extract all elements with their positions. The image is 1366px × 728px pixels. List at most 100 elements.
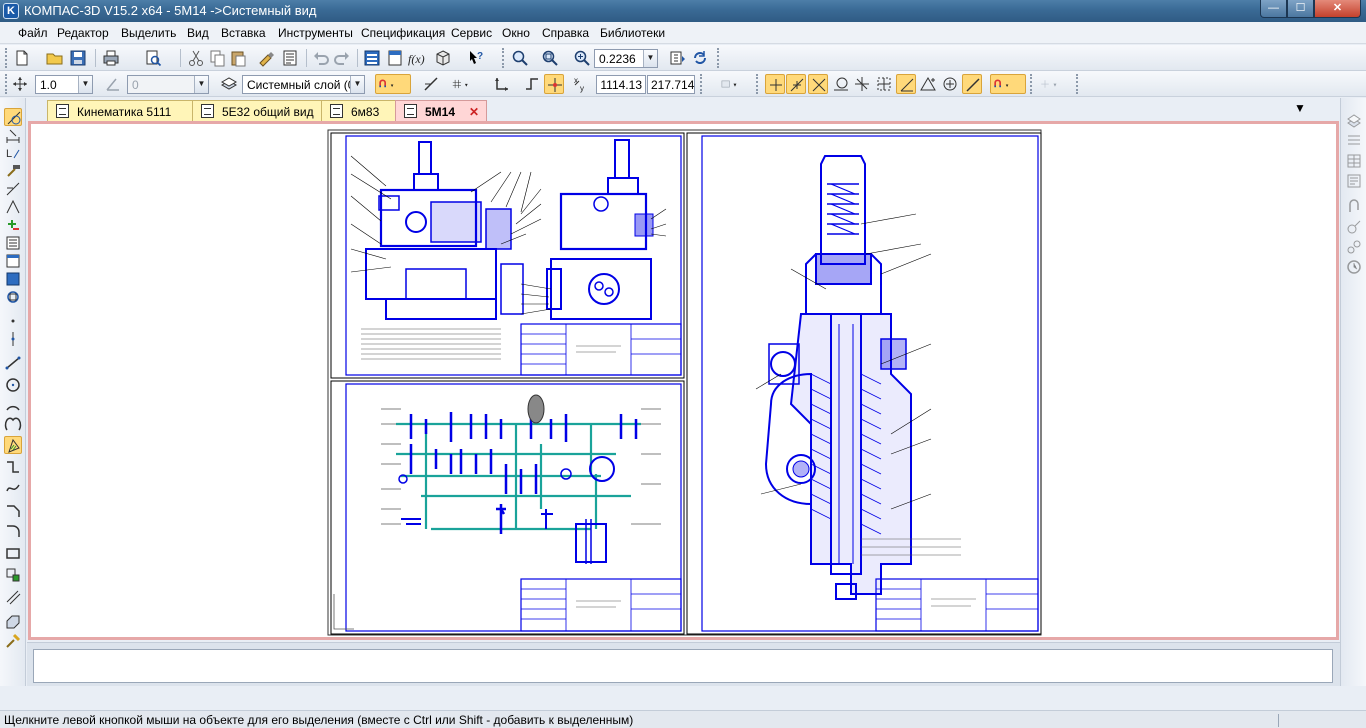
property-panel-area[interactable] (33, 649, 1333, 683)
object-chain-icon[interactable] (1345, 238, 1363, 256)
local-cs-icon[interactable] (492, 74, 512, 94)
drawing-sheets[interactable] (31, 124, 1336, 637)
layer-manager-icon[interactable] (1345, 112, 1363, 130)
tab-5m14[interactable]: 5М14 ✕ (395, 100, 487, 121)
polyline-icon[interactable] (4, 458, 22, 476)
contour-icon[interactable] (4, 566, 22, 584)
snap-menu-icon[interactable]: ▼ (1040, 74, 1072, 94)
arc-icon[interactable] (4, 396, 22, 414)
menu-view[interactable]: Вид (187, 26, 209, 40)
snap-intersection-icon[interactable] (808, 74, 828, 94)
measure-icon[interactable] (4, 198, 22, 216)
step-cursor-icon[interactable] (10, 74, 30, 94)
paste-icon[interactable] (228, 48, 248, 68)
chevron-down-icon[interactable]: ▼ (643, 50, 657, 67)
circle-icon[interactable] (4, 376, 22, 394)
tab-kinematika-5111[interactable]: Кинематика 5111 (47, 100, 194, 121)
point-icon[interactable] (4, 312, 22, 330)
menu-file[interactable]: Файл (18, 26, 48, 40)
parametrization-icon[interactable] (4, 180, 22, 198)
library-icon[interactable] (4, 288, 22, 306)
chevron-down-icon[interactable]: ▼ (78, 76, 92, 93)
view-options-icon[interactable]: ▼ (720, 74, 752, 94)
fragment-icon[interactable] (4, 270, 22, 288)
object-link-icon[interactable] (1345, 218, 1363, 236)
rectangle-icon[interactable] (4, 544, 22, 562)
zoom-scale-combo[interactable]: 0.2236 ▼ (594, 49, 658, 68)
format-painter-icon[interactable] (256, 48, 276, 68)
coord-y-field[interactable]: 217.714 (647, 75, 695, 94)
grid-icon[interactable]: ▼ (451, 74, 485, 94)
coordinate-icon[interactable]: xy (572, 74, 592, 94)
notation-icon[interactable]: L (4, 144, 22, 162)
close-button[interactable]: ✕ (1314, 0, 1361, 18)
fillet-icon[interactable] (4, 522, 22, 540)
select-icon[interactable] (4, 216, 22, 234)
edit-tools-icon[interactable] (4, 632, 22, 650)
menu-editor[interactable]: Редактор (57, 26, 109, 40)
zoom-dynamic-icon[interactable] (540, 48, 560, 68)
current-layer-combo[interactable]: Системный слой (0) ▼ (242, 75, 365, 94)
properties-icon[interactable] (280, 48, 300, 68)
snap-icon[interactable] (544, 74, 564, 94)
align-icon[interactable] (1345, 132, 1363, 150)
refresh-icon[interactable] (668, 48, 688, 68)
table-icon[interactable] (1345, 152, 1363, 170)
toolbar-grip[interactable] (5, 48, 8, 68)
sheet-kinematic-scheme[interactable] (330, 380, 685, 635)
minimize-button[interactable]: — (1260, 0, 1287, 18)
tab-5e32-general-view[interactable]: 5Е32 общий вид (192, 100, 323, 121)
snap-middle-icon[interactable] (962, 74, 982, 94)
maximize-button[interactable]: ☐ (1287, 0, 1314, 18)
zoom-scale-icon[interactable] (572, 48, 592, 68)
global-snap-magnet-icon[interactable]: ▼ (990, 74, 1026, 94)
object-attach-icon[interactable] (1345, 198, 1363, 216)
text-block-icon[interactable] (1345, 172, 1363, 190)
zoom-window-icon[interactable] (510, 48, 530, 68)
snap-grid-icon[interactable] (874, 74, 894, 94)
menu-tools[interactable]: Инструменты (278, 26, 353, 40)
aux-line-icon[interactable] (4, 330, 22, 348)
menu-libraries[interactable]: Библиотеки (600, 26, 665, 40)
undo-icon[interactable] (311, 48, 331, 68)
dimensions-icon[interactable] (4, 126, 22, 144)
spec-objects-icon[interactable] (4, 234, 22, 252)
coord-x-field[interactable]: 1114.13 (596, 75, 646, 94)
snap-tangent-icon[interactable] (831, 74, 851, 94)
report-icon[interactable] (4, 252, 22, 270)
open-folder-icon[interactable] (45, 48, 65, 68)
chevron-down-icon[interactable]: ▼ (350, 76, 364, 93)
cube-icon[interactable] (433, 48, 453, 68)
chevron-down-icon[interactable]: ▼ (194, 76, 208, 93)
menu-window[interactable]: Окно (502, 26, 530, 40)
snap-nearest-icon[interactable] (786, 74, 806, 94)
regen-icon[interactable] (690, 48, 710, 68)
menu-help[interactable]: Справка (542, 26, 589, 40)
snap-point-icon[interactable] (918, 74, 938, 94)
geometry-icon[interactable] (4, 108, 22, 126)
spline-icon[interactable] (4, 478, 22, 496)
segment-icon[interactable] (4, 354, 22, 372)
ellipse-icon[interactable] (4, 416, 22, 434)
help-cursor-icon[interactable]: ? (466, 48, 486, 68)
tab-6m83[interactable]: 6м83 (321, 100, 397, 121)
sheet-section-view[interactable] (686, 132, 1042, 635)
function-icon[interactable]: f(x) (407, 48, 427, 68)
hatch-icon[interactable] (4, 436, 22, 454)
tab-close-icon[interactable]: ✕ (469, 105, 479, 119)
new-document-icon[interactable] (12, 48, 32, 68)
snap-normal-icon[interactable] (852, 74, 872, 94)
equidistant-icon[interactable] (4, 588, 22, 606)
round-icon[interactable] (522, 74, 542, 94)
menu-service[interactable]: Сервис (451, 26, 492, 40)
menu-select[interactable]: Выделить (121, 26, 176, 40)
cursor-step-combo[interactable]: 1.0 ▼ (35, 75, 93, 94)
drawing-canvas[interactable] (31, 124, 1336, 637)
snap-endpoint-icon[interactable] (765, 74, 785, 94)
view-icon[interactable] (4, 612, 22, 630)
save-icon[interactable] (68, 48, 88, 68)
layer-icon[interactable] (219, 74, 239, 94)
manager-icon[interactable] (362, 48, 382, 68)
print-icon[interactable] (101, 48, 121, 68)
copy-icon[interactable] (207, 48, 227, 68)
